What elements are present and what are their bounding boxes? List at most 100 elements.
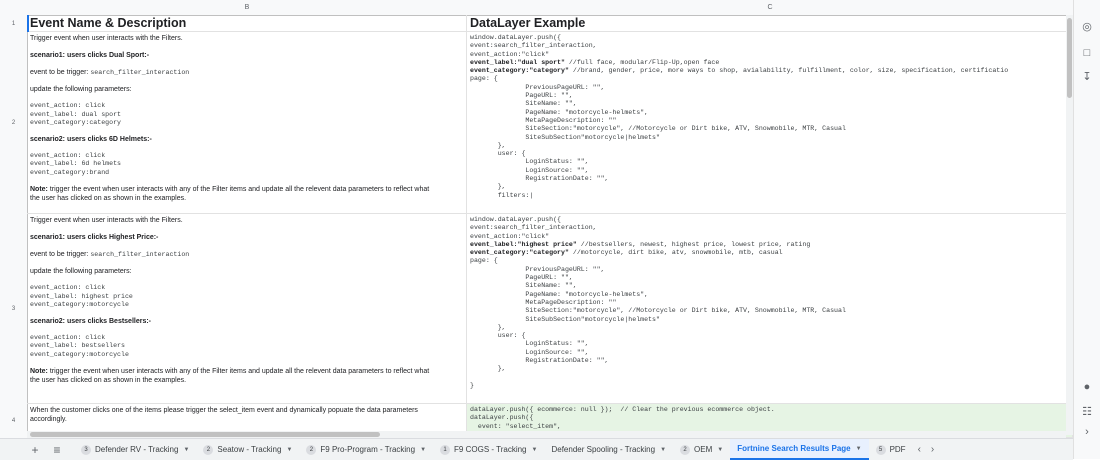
note-body: trigger the event when user interacts wi… [30, 368, 430, 385]
code-line: event_label:"highest price" //bestseller… [470, 241, 1069, 249]
hide-panel-icon[interactable]: › [1080, 425, 1094, 439]
cell-text: Trigger event when user interacts with t… [30, 217, 183, 224]
chevron-right-icon[interactable]: › [926, 444, 939, 455]
event-trigger-label: event to be trigger: [30, 69, 91, 76]
chevron-left-icon[interactable]: ‹ [913, 444, 926, 455]
event-trigger-line: event to be trigger: search_filter_inter… [30, 250, 463, 259]
code-line: window.dataLayer.push({ [470, 34, 562, 41]
horizontal-scrollbar-thumb[interactable] [30, 432, 380, 437]
code-line: event:search_filter_interaction, [470, 42, 597, 50]
note-text: Note: trigger the event when user intera… [30, 185, 463, 203]
cell-text: update the following parameters: [30, 86, 132, 94]
plus-icon[interactable]: + [24, 443, 46, 457]
tab-label: Defender RV - Tracking [95, 445, 179, 454]
cell-b3[interactable]: Trigger event when user interacts with t… [27, 214, 467, 404]
caret-down-icon[interactable]: ▼ [856, 446, 862, 452]
code-line: dataLayer.push({ ecommerce: null }); // … [470, 406, 775, 413]
code-block: page: { PreviousPageURL: "", PageURL: ""… [470, 75, 846, 199]
cell-c3[interactable]: window.dataLayer.push({ event:search_fil… [467, 214, 1073, 404]
code-line: dataLayer.push({ [470, 414, 534, 422]
download-icon[interactable]: ↧ [1080, 70, 1094, 84]
row-header-4[interactable]: 4 [0, 404, 28, 438]
folder-icon[interactable]: □ [1080, 46, 1094, 60]
header-cell-event-name[interactable]: Event Name & Description [27, 15, 467, 32]
code-line: window.dataLayer.push({ [470, 216, 562, 223]
sheet-tab[interactable]: 5 PDF [869, 439, 913, 460]
scenario-heading: scenario2: users clicks Bestsellers:- [30, 318, 152, 326]
caret-down-icon[interactable]: ▼ [660, 447, 666, 453]
code-line: event_category:"category" //brand, gende… [470, 67, 1069, 75]
tab-label: F9 Pro-Program - Tracking [320, 445, 416, 454]
code-line: event_action:"click" [470, 50, 550, 58]
note-body: trigger the event when user interacts wi… [30, 186, 430, 203]
explore-icon[interactable]: ◎ [1080, 20, 1094, 34]
caret-down-icon[interactable]: ▼ [717, 447, 723, 453]
event-trigger-line: event to be trigger: search_filter_inter… [30, 68, 463, 77]
code-key: event_label:"dual sport" [470, 58, 565, 66]
cell-c2[interactable]: window.dataLayer.push({ event:search_fil… [467, 32, 1073, 214]
event-trigger-name: search_filter_interaction [90, 69, 190, 76]
row-header-2[interactable]: 2 [0, 32, 28, 215]
tab-badge: 2 [306, 444, 317, 455]
params-block: event_action: click event_label: 6d helm… [30, 152, 122, 176]
code-key: event_category:"category" [470, 67, 569, 75]
sheet-tab[interactable]: 2 Seatow - Tracking ▼ [196, 439, 299, 460]
code-comment: //bestsellers, newest, highest price, lo… [576, 240, 811, 248]
sheet-tab[interactable]: 2 OEM ▼ [673, 439, 730, 460]
tab-label: OEM [694, 445, 713, 454]
cell-text: update the following parameters: [30, 268, 132, 276]
row-header-3[interactable]: 3 [0, 214, 28, 405]
note-label: Note: [30, 368, 48, 376]
sheet-tab[interactable]: 2 F9 Pro-Program - Tracking ▼ [299, 439, 433, 460]
code-comment: //motorcycle, dirt bike, atv, snowmobile… [568, 249, 783, 257]
tab-label: Defender Spooling - Tracking [551, 445, 656, 454]
code-comment: //full face, modular/Flip-Up,open face [564, 58, 720, 66]
note-label: Note: [30, 186, 48, 194]
tab-badge: 5 [875, 444, 886, 455]
tab-label: Fortnine Search Results Page [737, 444, 851, 453]
tab-badge: 3 [81, 444, 91, 455]
scenario-heading: scenario2: users clicks 6D Helmets:- [30, 136, 152, 144]
sheet-tab[interactable]: 3 Defender RV - Tracking ▼ [74, 439, 196, 460]
active-cell-indicator [27, 15, 29, 32]
vertical-scrollbar-thumb[interactable] [1067, 18, 1072, 98]
tab-badge: 2 [203, 444, 214, 455]
code-key: event_category:"category" [470, 249, 569, 257]
sheet-tab[interactable]: 1 F9 COGS - Tracking ▼ [433, 439, 544, 460]
event-trigger-label: event to be trigger: [30, 251, 91, 258]
caret-down-icon[interactable]: ▼ [420, 447, 426, 453]
tab-label: F9 COGS - Tracking [454, 445, 527, 454]
cell-text: When the customer clicks one of the item… [30, 407, 418, 423]
caret-down-icon[interactable]: ▼ [286, 447, 292, 453]
note-text: Note: trigger the event when user intera… [30, 367, 463, 385]
code-line: event:search_filter_interaction, [470, 224, 597, 232]
caret-down-icon[interactable]: ▼ [532, 447, 538, 453]
code-block: page: { PreviousPageURL: "", PageURL: ""… [470, 257, 846, 389]
code-line: event_label:"dual sport" //full face, mo… [470, 59, 1069, 67]
sheet-tab-active[interactable]: Fortnine Search Results Page ▼ [730, 439, 869, 460]
params-block: event_action: click event_label: highest… [30, 284, 133, 308]
cell-b2[interactable]: Trigger event when user interacts with t… [27, 32, 467, 214]
params-block: event_action: click event_label: dual sp… [30, 102, 122, 126]
menu-icon[interactable]: ≡ [46, 443, 68, 457]
sheet-tab-bar: + ≡ 3 Defender RV - Tracking ▼ 2 Seatow -… [0, 438, 1073, 460]
spreadsheet-grid[interactable]: B C 1 Event Name & Description DataLayer… [0, 0, 1073, 438]
tab-badge: 2 [680, 444, 691, 455]
translate-icon[interactable]: ☷ [1080, 405, 1094, 419]
scenario-heading: scenario1: users clicks Dual Sport:- [30, 52, 150, 59]
sheet-tab[interactable]: Defender Spooling - Tracking ▼ [544, 439, 673, 460]
tab-label: PDF [889, 445, 906, 454]
column-header-b[interactable]: B [27, 0, 468, 16]
code-line: event: "select_item", [470, 422, 562, 430]
code-line: event_category:"category" //motorcycle, … [470, 249, 1069, 257]
tab-label: Seatow - Tracking [217, 445, 282, 454]
header-cell-datalayer[interactable]: DataLayer Example [467, 15, 1073, 32]
side-panel-rail: ◎ □ ↧ ● ☷ › [1073, 0, 1100, 459]
column-header-c[interactable]: C [467, 0, 1073, 16]
code-line: event_action:"click" [470, 232, 550, 240]
caret-down-icon[interactable]: ▼ [183, 447, 189, 453]
person-icon[interactable]: ● [1080, 380, 1094, 394]
row-header-1[interactable]: 1 [0, 15, 28, 33]
code-key: event_label:"highest price" [470, 240, 577, 248]
select-all-corner[interactable] [0, 0, 28, 16]
